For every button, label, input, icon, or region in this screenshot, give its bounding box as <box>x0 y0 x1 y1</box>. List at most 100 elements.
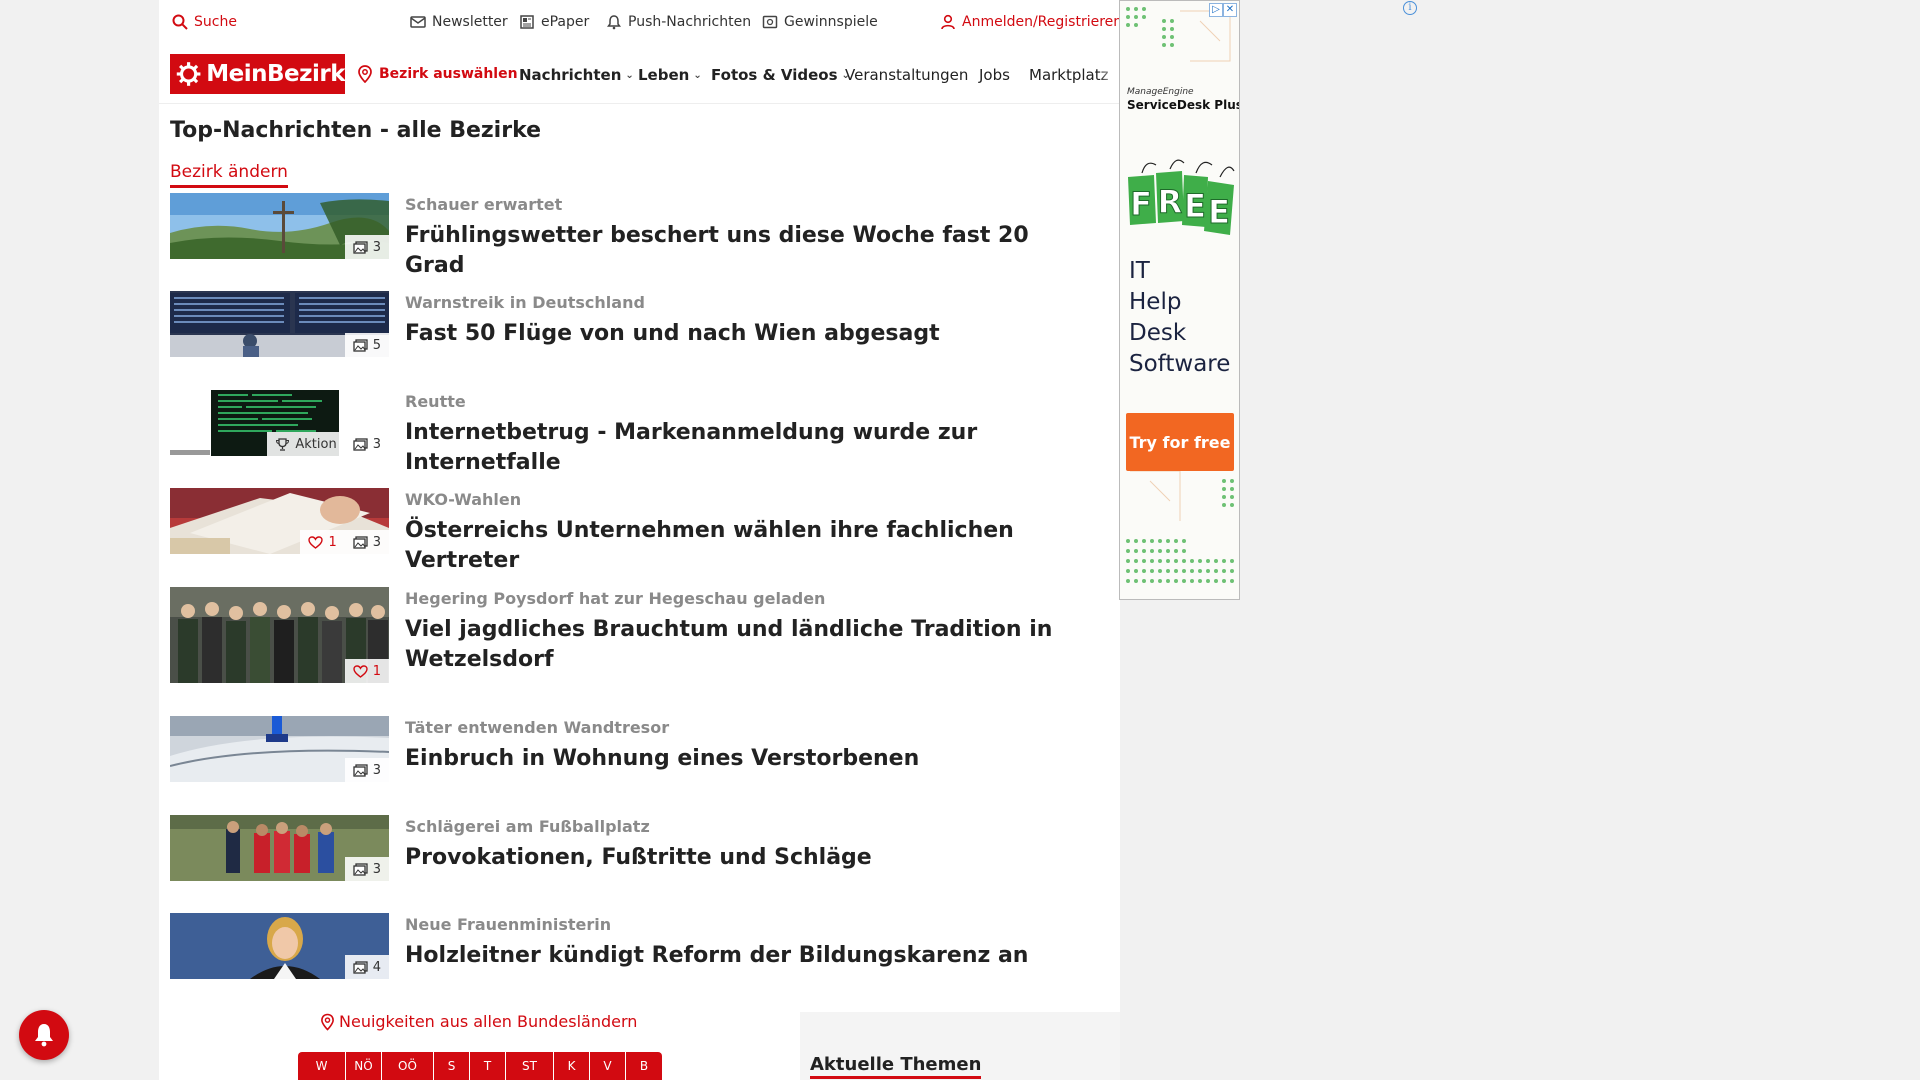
article-kicker: Schlägerei am Fußballplatz <box>405 817 650 836</box>
current-topics-title: Aktuelle Themen <box>810 1054 982 1079</box>
change-district-link[interactable]: Bezirk ändern <box>170 162 288 188</box>
games-link[interactable]: Gewinnspiele <box>762 14 878 30</box>
page-background-right <box>1120 0 1920 1080</box>
thumbnail-badges: 5 <box>344 333 389 357</box>
user-icon <box>941 14 955 30</box>
photo-count-badge: 3 <box>345 857 389 881</box>
ad-brand-company: ManageEngine <box>1127 87 1194 97</box>
state-tab[interactable]: T <box>470 1052 506 1080</box>
current-topics-panel: Aktuelle Themen <box>800 1012 1120 1080</box>
ad-free-letter: R <box>1158 183 1183 221</box>
ad-choices[interactable]: ▷ ✕ <box>1209 3 1237 17</box>
push-notifications-link[interactable]: Push-Nachrichten <box>606 14 751 30</box>
thumbnail-badges: Aktion 3 <box>267 432 389 456</box>
state-tab[interactable]: W <box>298 1052 346 1080</box>
ad-free-letter: E <box>1208 193 1230 231</box>
ad-cta-button[interactable]: Try for free <box>1126 413 1234 471</box>
article-thumbnail[interactable]: 3 <box>170 716 389 782</box>
login-label: Anmelden/Registrieren <box>962 14 1123 30</box>
article-thumbnail[interactable]: 1 3 <box>170 488 389 554</box>
location-pin-icon <box>358 65 372 83</box>
select-district-button[interactable]: Bezirk auswählen <box>357 65 518 83</box>
article-headline[interactable]: Frühlingswetter beschert uns diese Woche… <box>405 221 1095 281</box>
push-notification-button[interactable] <box>19 1010 69 1060</box>
gallery-icon <box>353 862 368 876</box>
state-tab[interactable]: B <box>626 1052 662 1080</box>
chevron-down-icon: ⌄ <box>625 69 634 81</box>
article-headline[interactable]: Provokationen, Fußtritte und Schläge <box>405 843 1095 873</box>
state-tab[interactable]: K <box>554 1052 590 1080</box>
article-kicker: Schauer erwartet <box>405 195 563 214</box>
ad-free-tags-graphic: F R E E <box>1128 159 1235 235</box>
state-tab[interactable]: ST <box>506 1052 554 1080</box>
mail-icon <box>410 16 426 28</box>
state-tab[interactable]: S <box>434 1052 470 1080</box>
site-logo[interactable]: MeinBezirk <box>170 54 345 94</box>
article-headline[interactable]: Österreichs Unternehmen wählen ihre fach… <box>405 516 1095 576</box>
thumbnail-badges: 3 <box>344 758 389 782</box>
article-kicker: Hegering Poysdorf hat zur Hegeschau gela… <box>405 589 826 608</box>
nav-item-veranstaltungen[interactable]: Veranstaltungen <box>845 66 968 84</box>
article-thumbnail[interactable]: 1 <box>170 587 389 683</box>
epaper-link[interactable]: ePaper <box>519 14 589 30</box>
likes-count: 1 <box>372 663 381 679</box>
search-link[interactable]: Suche <box>172 14 237 30</box>
article-thumbnail[interactable]: 3 <box>170 193 389 259</box>
login-link[interactable]: Anmelden/Registrieren <box>940 14 1122 30</box>
ad-brand-product: ServiceDesk Plus <box>1127 98 1240 112</box>
photo-count-badge: 4 <box>345 955 389 979</box>
ad-free-letter: E <box>1184 187 1206 225</box>
article-headline[interactable]: Holzleitner kündigt Reform der Bildungsk… <box>405 941 1095 971</box>
nav-item-label: Fotos & Videos <box>711 66 838 84</box>
thumbnail-badges: 1 3 <box>300 530 389 554</box>
gallery-icon <box>353 960 368 974</box>
state-tab[interactable]: NÖ <box>346 1052 382 1080</box>
article-thumbnail[interactable]: 3 <box>170 815 389 881</box>
photo-count: 3 <box>372 239 381 255</box>
ad-copy-line: Desk <box>1129 320 1187 346</box>
location-pin-icon <box>321 1013 334 1031</box>
ad-info-icon[interactable]: i <box>1403 1 1417 15</box>
photo-count: 3 <box>372 861 381 877</box>
close-icon[interactable]: ✕ <box>1223 3 1237 17</box>
likes-badge: 1 <box>300 530 344 554</box>
article-thumbnail[interactable]: 4 <box>170 913 389 979</box>
nav-overflow-fade <box>1099 56 1120 96</box>
heart-icon <box>353 664 368 678</box>
article-thumbnail[interactable]: Aktion 3 <box>170 390 389 456</box>
nav-item-label: Leben <box>638 66 690 84</box>
newsletter-link[interactable]: Newsletter <box>410 14 508 30</box>
article-headline[interactable]: Fast 50 Flüge von und nach Wien abgesagt <box>405 319 1095 349</box>
article-headline[interactable]: Einbruch in Wohnung eines Verstorbenen <box>405 744 1095 774</box>
state-tab[interactable]: OÖ <box>382 1052 434 1080</box>
photo-count: 5 <box>372 337 381 353</box>
push-label: Push-Nachrichten <box>628 14 752 30</box>
nav-item-label: Nachrichten <box>519 66 622 84</box>
photo-count-badge: 3 <box>345 530 389 554</box>
newsletter-label: Newsletter <box>432 14 508 30</box>
nav-item-leben[interactable]: Leben ⌄ <box>638 66 702 84</box>
gallery-icon <box>353 763 368 777</box>
ad-copy-line: Help <box>1129 289 1182 315</box>
article-kicker: Neue Frauenministerin <box>405 915 612 934</box>
article-headline[interactable]: Internetbetrug - Markenanmeldung wurde z… <box>405 418 1095 478</box>
photo-count: 3 <box>372 762 381 778</box>
gallery-icon <box>353 437 368 451</box>
article-thumbnail[interactable]: 5 <box>170 291 389 357</box>
all-states-news-link[interactable]: Neuigkeiten aus allen Bundesländern <box>320 1012 637 1031</box>
heart-icon <box>308 535 324 549</box>
nav-item-nachrichten[interactable]: Nachrichten ⌄ <box>519 66 634 84</box>
likes-badge: 1 <box>345 659 389 683</box>
gallery-icon <box>353 535 368 549</box>
bell-icon <box>35 1024 53 1047</box>
adchoices-icon[interactable]: ▷ <box>1209 3 1223 17</box>
nav-item-fotos-videos[interactable]: Fotos & Videos ⌄ <box>711 66 850 84</box>
ticket-icon <box>762 15 778 29</box>
photo-count: 4 <box>372 959 381 975</box>
state-tab[interactable]: V <box>590 1052 626 1080</box>
nav-item-marktplatz[interactable]: Marktplatz <box>1029 66 1109 84</box>
nav-item-jobs[interactable]: Jobs <box>979 66 1010 84</box>
advertisement-banner[interactable]: ▷ ✕ ManageEngine ServiceDesk Plus F R E … <box>1119 0 1240 600</box>
article-headline[interactable]: Viel jagdliches Brauchtum und ländliche … <box>405 615 1095 675</box>
logo-text: MeinBezirk <box>206 61 345 87</box>
